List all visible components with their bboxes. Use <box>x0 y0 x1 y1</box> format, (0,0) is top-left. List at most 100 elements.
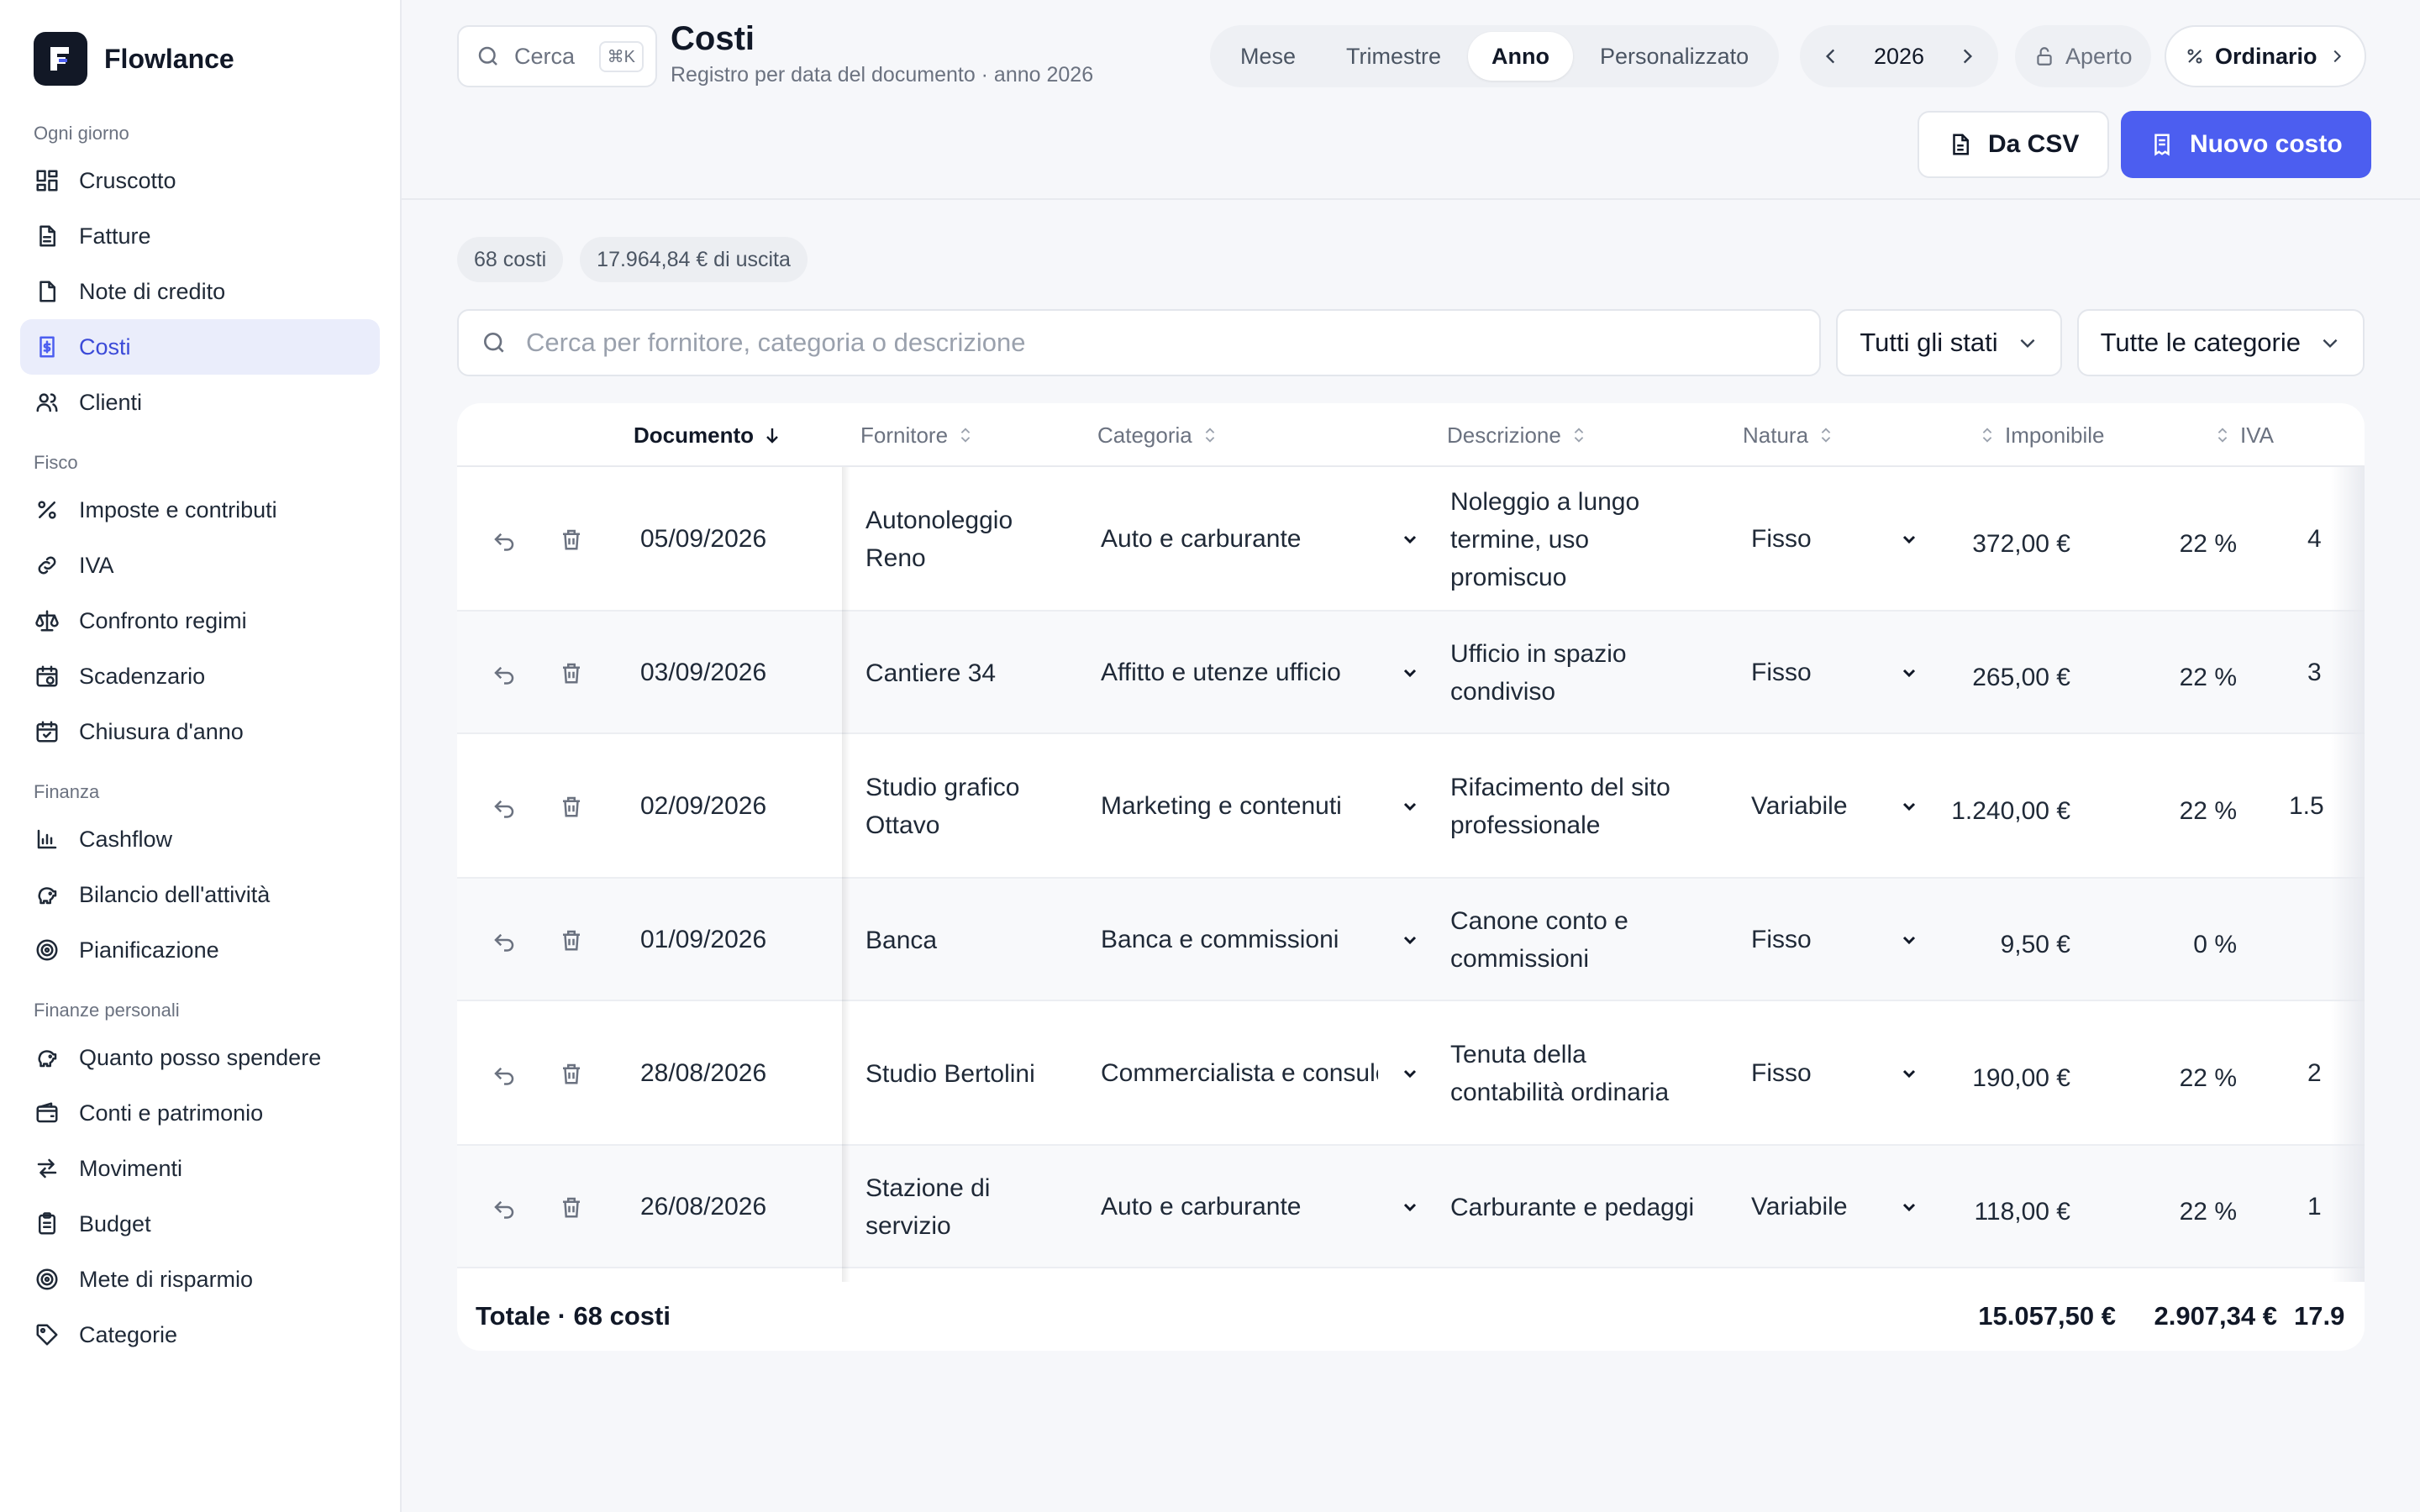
regime-selector[interactable]: Ordinario <box>2165 25 2366 87</box>
sidebar-item-bilancio-dell-attivit[interactable]: Bilancio dell'attività <box>20 867 380 922</box>
trash-icon[interactable] <box>555 1190 588 1224</box>
chevron-left-icon[interactable] <box>1820 45 1842 67</box>
table-row[interactable]: 01/09/2026 Banca Banca e commissioni Canone… <box>457 879 2365 1001</box>
sidebar-item-fatture[interactable]: Fatture <box>20 208 380 264</box>
costs-table: Documento Fornitore Categoria Descrizion… <box>457 403 2365 1351</box>
vat-rate: 22 % <box>2179 797 2237 825</box>
table-row[interactable]: 03/09/2026 Cantiere 34 Affitto e utenze uf… <box>457 612 2365 734</box>
sidebar-item-label: Scadenzario <box>79 663 206 689</box>
sidebar-item-imposte-e-contributi[interactable]: Imposte e contributi <box>20 482 380 538</box>
search-icon <box>478 46 497 66</box>
undo-icon[interactable] <box>487 923 521 957</box>
cost-search-input[interactable]: Cerca per fornitore, categoria o descriz… <box>457 309 1822 376</box>
sidebar-item-cruscotto[interactable]: Cruscotto <box>20 153 380 208</box>
category-select[interactable]: Affitto e utenze ufficio <box>1101 612 1420 734</box>
nav-section-title: Finanza <box>34 781 100 802</box>
sidebar-item-confronto-regimi[interactable]: Confronto regimi <box>20 593 380 648</box>
calendar-clock-icon <box>34 663 60 690</box>
period-tab-mese[interactable]: Mese <box>1217 32 1319 81</box>
trash-icon[interactable] <box>555 1057 588 1090</box>
undo-icon[interactable] <box>487 1057 521 1090</box>
undo-icon[interactable] <box>487 656 521 690</box>
sidebar-item-iva[interactable]: IVA <box>20 538 380 593</box>
category-select[interactable]: Banca e commissioni <box>1101 879 1420 1001</box>
receipt-icon <box>2154 134 2170 156</box>
category-select[interactable]: Commercialista e consulenze <box>1101 1001 1420 1146</box>
period-tab-trimestre[interactable]: Trimestre <box>1323 32 1465 81</box>
nature-select[interactable]: Fisso <box>1751 612 1919 734</box>
sidebar-item-costi[interactable]: Costi <box>20 319 380 375</box>
costs-icon <box>34 333 60 360</box>
nature-select[interactable]: Fisso <box>1751 1001 1919 1146</box>
trash-icon[interactable] <box>555 923 588 957</box>
trash-icon[interactable] <box>555 790 588 823</box>
topbar: Cerca ⌘K Costi Registro per data del doc… <box>402 0 2420 200</box>
year-navigator: 2026 <box>1800 25 1998 87</box>
nature-select[interactable]: Fisso <box>1751 879 1919 1001</box>
description-text: Canone conto e commissioni <box>1450 907 1628 973</box>
nav-section-title: Fisco <box>34 452 78 473</box>
sidebar-item-pianificazione[interactable]: Pianificazione <box>20 922 380 978</box>
chevron-right-icon[interactable] <box>1956 45 1978 67</box>
sidebar-item-movimenti[interactable]: Movimenti <box>20 1141 380 1196</box>
taxable-amount: 372,00 € <box>1972 530 2070 558</box>
arrow-down-icon <box>766 428 778 444</box>
chevron-down-icon <box>1902 669 1916 678</box>
import-csv-button[interactable]: Da CSV <box>1918 111 2110 178</box>
document-date: 01/09/2026 <box>640 926 767 953</box>
scale-icon <box>34 607 60 634</box>
category-select[interactable]: Auto e carburante <box>1101 467 1420 612</box>
period-tab-personalizzato[interactable]: Personalizzato <box>1576 32 1772 81</box>
sidebar: Flowlance Ogni giorno Cruscotto Fatture Not… <box>0 0 402 1512</box>
undo-icon[interactable] <box>487 1190 521 1224</box>
undo-icon[interactable] <box>487 790 521 823</box>
category-select[interactable]: Auto e carburante <box>1101 1146 1420 1268</box>
sidebar-item-chiusura-d-anno[interactable]: Chiusura d'anno <box>20 704 380 759</box>
sidebar-item-categorie[interactable]: Categorie <box>20 1307 380 1362</box>
nature-select[interactable]: Variabile <box>1751 1146 1919 1268</box>
sidebar-item-conti-e-patrimonio[interactable]: Conti e patrimonio <box>20 1085 380 1141</box>
column-header-iva[interactable]: IVA <box>2213 403 2274 467</box>
undo-icon[interactable] <box>487 522 521 556</box>
sidebar-item-note-di-credito[interactable]: Note di credito <box>20 264 380 319</box>
sort-icon <box>1982 428 1992 443</box>
trash-icon[interactable] <box>555 656 588 690</box>
status-filter-select[interactable]: Tutti gli stati <box>1836 309 2062 376</box>
sidebar-item-scadenzario[interactable]: Scadenzario <box>20 648 380 704</box>
app-name: Flowlance <box>104 43 234 74</box>
sidebar-item-cashflow[interactable]: Cashflow <box>20 811 380 867</box>
footer-taxable-total: 15.057,50 € <box>1978 1301 2116 1331</box>
sidebar-item-mete-di-risparmio[interactable]: Mete di risparmio <box>20 1252 380 1307</box>
period-tab-anno[interactable]: Anno <box>1468 32 1574 81</box>
column-header-descrizione[interactable]: Descrizione <box>1447 403 1588 467</box>
table-row[interactable]: 28/08/2026 Studio Bertolini Commercialista… <box>457 1001 2365 1146</box>
year-status-badge[interactable]: Aperto <box>2015 25 2151 87</box>
sidebar-item-quanto-posso-spendere[interactable]: Quanto posso spendere <box>20 1030 380 1085</box>
category-select[interactable]: Marketing e contenuti <box>1101 734 1420 879</box>
column-header-natura[interactable]: Natura <box>1743 403 1835 467</box>
nature-select[interactable]: Fisso <box>1751 467 1919 612</box>
table-row[interactable]: 26/08/2026 Stazione di servizio Auto e car… <box>457 1146 2365 1268</box>
column-header-fornitore[interactable]: Fornitore <box>860 403 975 467</box>
table-row[interactable]: 02/09/2026 Studio grafico Ottavo Marketing… <box>457 734 2365 879</box>
column-header-imponibile[interactable]: Imponibile <box>1978 403 2105 467</box>
footer-grand-total: 17.9 <box>2294 1301 2345 1331</box>
status-filter-value: Tutti gli stati <box>1860 328 1998 357</box>
sort-icon <box>2217 428 2228 443</box>
nature-select[interactable]: Variabile <box>1751 734 1919 879</box>
global-search-button[interactable]: Cerca ⌘K <box>457 25 657 87</box>
taxable-amount: 1.240,00 € <box>1951 797 2070 825</box>
chevron-down-icon <box>1902 802 1916 811</box>
table-row[interactable]: 05/09/2026 Autonoleggio Reno Auto e carbur… <box>457 467 2365 612</box>
new-cost-button[interactable]: Nuovo costo <box>2121 111 2371 178</box>
column-header-documento[interactable]: Documento <box>634 403 782 467</box>
category-filter-select[interactable]: Tutte le categorie <box>2076 309 2365 376</box>
chevron-down-icon <box>2323 339 2338 349</box>
sidebar-item-budget[interactable]: Budget <box>20 1196 380 1252</box>
column-header-categoria[interactable]: Categoria <box>1097 403 1219 467</box>
trash-icon[interactable] <box>555 522 588 556</box>
sidebar-item-clienti[interactable]: Clienti <box>20 375 380 430</box>
brand[interactable]: Flowlance <box>20 32 380 86</box>
search-shortcut: ⌘K <box>598 40 644 72</box>
sidebar-item-label: Budget <box>79 1210 151 1236</box>
